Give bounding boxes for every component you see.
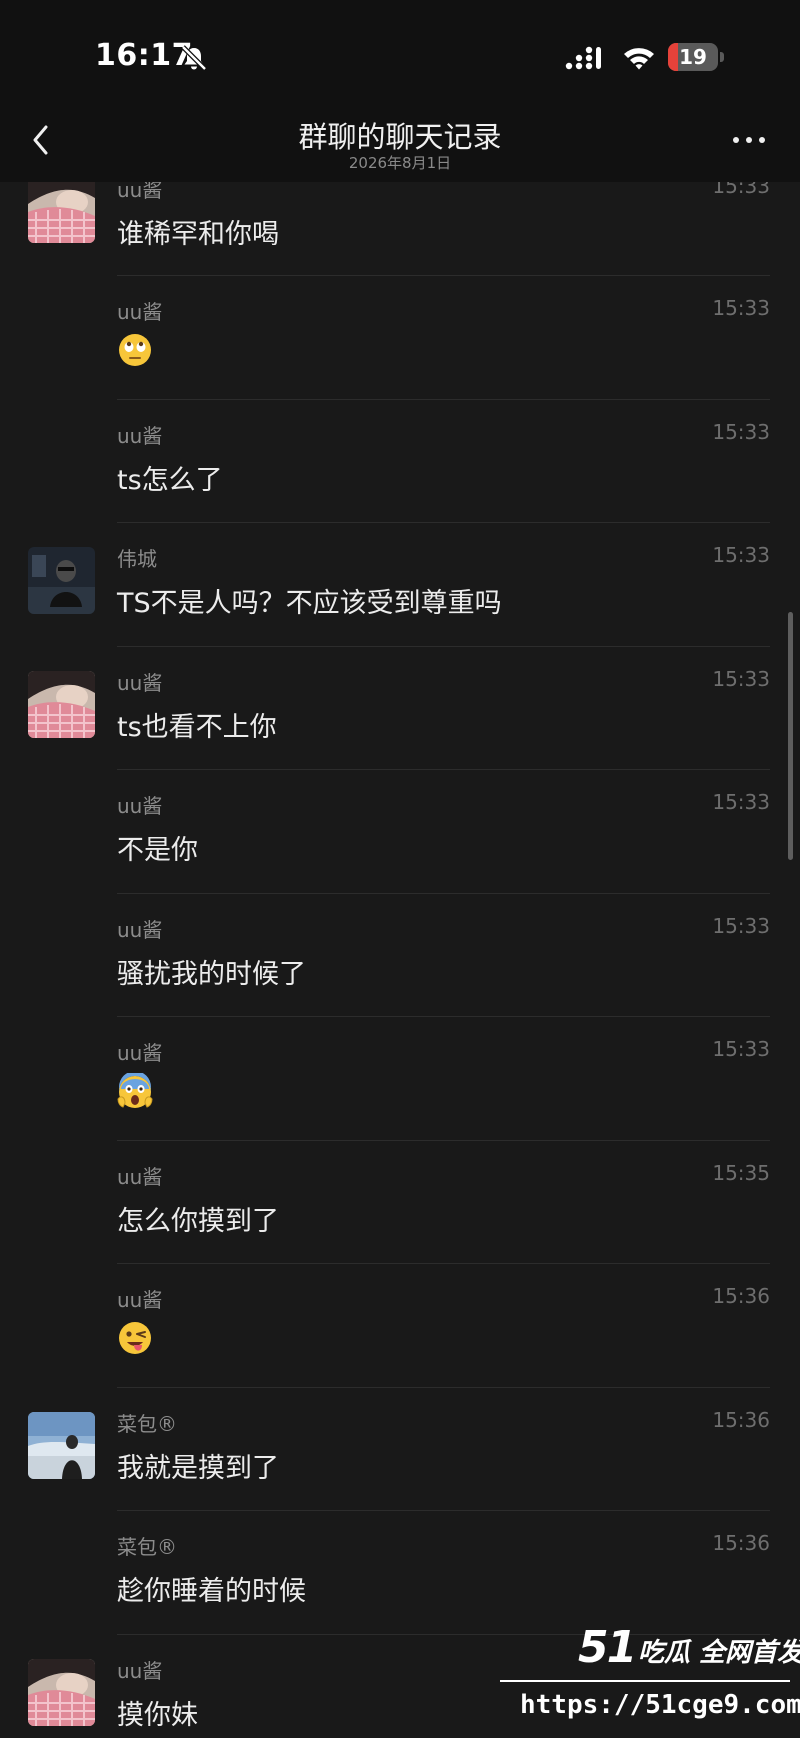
sender-name: uu酱: [117, 182, 163, 202]
message-text: 怎么你摸到了: [117, 1205, 279, 1237]
sender-name: 菜包®: [117, 1411, 177, 1436]
message-text: ts也看不上你: [117, 711, 277, 743]
avatar[interactable]: [28, 1411, 95, 1479]
message-item[interactable]: uu酱 15:36: [0, 1264, 800, 1388]
signal-icon: [565, 46, 601, 70]
message-item[interactable]: uu酱 15:33: [0, 1017, 800, 1141]
message-time: 15:33: [712, 790, 770, 814]
avatar[interactable]: [28, 182, 95, 243]
battery-body: 19: [668, 43, 718, 71]
watermark-line: [500, 1680, 790, 1682]
page-subtitle: 2026年8月1日: [348, 154, 452, 172]
message-item[interactable]: uu酱 15:33 ts也看不上你: [0, 647, 800, 770]
sender-name: uu酱: [117, 1041, 163, 1065]
message-time: 15:33: [712, 182, 770, 198]
more-icon: [733, 137, 765, 143]
message-time: 15:33: [712, 419, 770, 444]
face-with-rolling-eyes-emoji-icon: [117, 332, 153, 368]
battery-cap: [720, 52, 724, 62]
message-time: 15:35: [712, 1160, 770, 1185]
sender-name: uu酱: [117, 794, 163, 818]
message-item[interactable]: uu酱 15:35 怎么你摸到了: [0, 1141, 800, 1264]
battery-indicator: 19: [668, 43, 726, 71]
message-time: 15:33: [712, 913, 770, 938]
message-text: 摸你妹: [117, 1699, 198, 1731]
scrollbar[interactable]: [788, 612, 793, 860]
message-time: 15:33: [712, 543, 770, 567]
message-item[interactable]: uu酱 15:33 谁稀罕和你喝: [0, 182, 800, 276]
watermark-logo-number: 51: [578, 1622, 637, 1673]
nav-bar: 群聊的聊天记录 2026年8月1日: [0, 100, 800, 182]
message-item[interactable]: uu酱 15:33 ts怎么了: [0, 400, 800, 523]
page-title: 群聊的聊天记录: [298, 120, 502, 154]
battery-level: 19: [679, 45, 707, 69]
message-time: 15:33: [712, 1037, 770, 1061]
message-item[interactable]: uu酱 15:33 骚扰我的时候了: [0, 894, 800, 1017]
message-item[interactable]: uu酱 15:33: [0, 276, 800, 400]
message-text: ts怎么了: [117, 464, 223, 496]
more-button[interactable]: [724, 122, 774, 158]
message-text: 不是你: [117, 835, 198, 866]
message-list[interactable]: uu酱 15:33 谁稀罕和你喝 uu酱 15:33 uu酱 15:33 ts怎么了伟城 15:…: [0, 182, 800, 1738]
avatar[interactable]: [28, 670, 95, 738]
message-text: 趁你睡着的时候: [117, 1576, 306, 1607]
winking-face-with-tongue-emoji-icon: [117, 1320, 153, 1356]
message-text: 谁稀罕和你喝: [117, 219, 279, 250]
message-time: 15:33: [712, 296, 770, 320]
sender-name: uu酱: [117, 1658, 163, 1683]
message-item[interactable]: uu酱 15:33 不是你: [0, 770, 800, 894]
sender-name: 菜包®: [117, 1535, 177, 1559]
face-screaming-in-fear-emoji-icon: [117, 1073, 153, 1109]
sender-name: uu酱: [117, 423, 163, 448]
watermark: 51 吃瓜 全网首发 https://51cge9.com: [498, 1618, 800, 1736]
message-time: 15:33: [712, 666, 770, 691]
message-text: 骚扰我的时候了: [117, 958, 306, 990]
bell-off-icon: [181, 45, 207, 71]
message-time: 15:36: [712, 1284, 770, 1308]
sender-name: uu酱: [117, 1164, 163, 1189]
message-time: 15:36: [712, 1531, 770, 1555]
sender-name: uu酱: [117, 670, 163, 695]
sender-name: 伟城: [117, 547, 157, 571]
message-item[interactable]: 伟城 15:33 TS不是人吗？不应该受到尊重吗: [0, 523, 800, 647]
message-time: 15:36: [712, 1407, 770, 1432]
status-time: 16:17: [95, 38, 193, 73]
sender-name: uu酱: [117, 917, 163, 942]
avatar[interactable]: [28, 547, 95, 614]
sender-name: uu酱: [117, 300, 163, 324]
wifi-icon: [624, 48, 654, 70]
status-bar: 16:17 19: [0, 0, 800, 100]
message-item[interactable]: 菜包® 15:36 我就是摸到了: [0, 1388, 800, 1511]
message-text: TS不是人吗？不应该受到尊重吗: [117, 588, 502, 619]
message-text: 我就是摸到了: [117, 1452, 279, 1484]
watermark-logo-text: 吃瓜 全网首发: [638, 1638, 800, 1668]
watermark-url: https://51cge9.com: [520, 1690, 800, 1720]
avatar[interactable]: [28, 1658, 95, 1726]
sender-name: uu酱: [117, 1288, 163, 1312]
message-item[interactable]: 菜包® 15:36 趁你睡着的时候: [0, 1511, 800, 1635]
